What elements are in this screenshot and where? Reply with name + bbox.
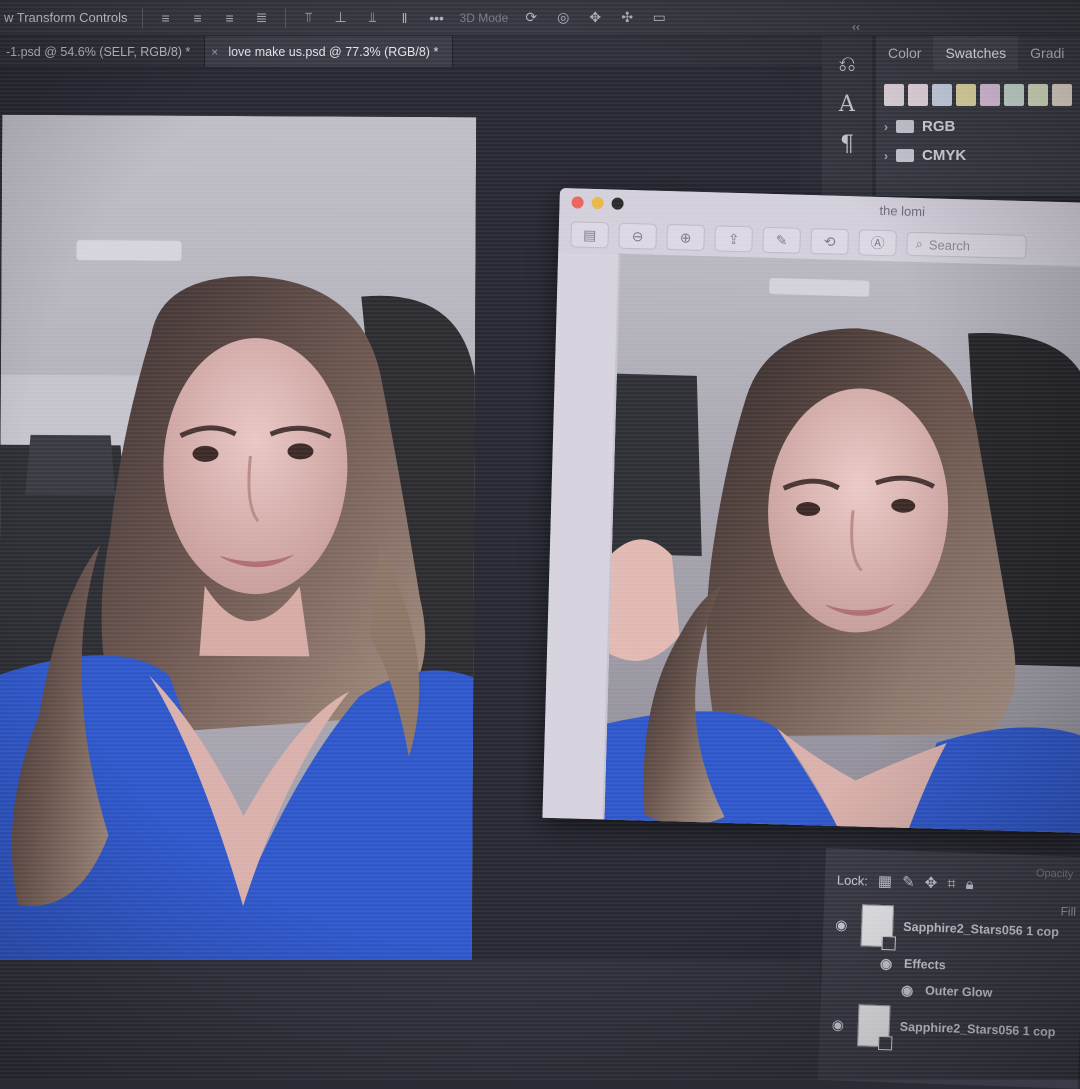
visibility-eye-icon[interactable]: ◉ <box>901 981 918 999</box>
tab-document-1[interactable]: -1.psd @ 54.6% (SELF, RGB/8) * <box>0 36 206 67</box>
share-icon[interactable]: ⇪ <box>714 225 754 253</box>
visibility-eye-icon[interactable]: ◉ <box>832 1016 849 1034</box>
window-title: the lomi <box>879 202 926 220</box>
search-field[interactable]: ⌕ Search <box>906 231 1027 260</box>
lock-label: Lock: <box>836 871 869 888</box>
lock-position-icon[interactable]: ✥ <box>924 873 937 891</box>
color-swatch[interactable] <box>980 84 1000 106</box>
tab-swatches[interactable]: Swatches <box>933 36 1019 70</box>
roll-icon[interactable]: ◎ <box>554 9 572 27</box>
distribute-icon[interactable]: ≣ <box>253 9 271 27</box>
tab-label: love make us.psd @ 77.3% (RGB/8) * <box>228 44 439 59</box>
visibility-eye-icon[interactable]: ◉ <box>880 954 897 972</box>
search-icon: ⌕ <box>915 235 924 252</box>
swatch-folder-rgb[interactable]: › RGB <box>876 106 1080 135</box>
minimize-window-button[interactable] <box>591 196 604 210</box>
portrait-image <box>603 253 1080 833</box>
folder-label: CMYK <box>922 147 967 164</box>
character-icon[interactable]: A <box>839 94 855 116</box>
options-bar: w Transform Controls ≡ ≡ ≡ ≣ ⫪ ⊥ ⫫ ‖ •••… <box>0 0 1080 36</box>
tab-document-2[interactable]: × love make us.psd @ 77.3% (RGB/8) * <box>205 36 454 67</box>
canvas-photo <box>0 114 477 972</box>
document-tab-bar: -1.psd @ 54.6% (SELF, RGB/8) * × love ma… <box>0 36 860 68</box>
layer-item[interactable]: ◉ Sapphire2_Stars056 1 cop <box>819 1000 1080 1057</box>
align-left-icon[interactable]: ≡ <box>157 9 175 27</box>
preview-photo <box>603 253 1080 833</box>
swatches-panel: Color Swatches Gradi › RGB › CMYK <box>876 36 1080 196</box>
chevron-right-icon[interactable]: › <box>884 149 888 163</box>
color-swatch[interactable] <box>956 84 976 106</box>
visibility-eye-icon[interactable]: ◉ <box>835 916 852 934</box>
layer-name: Sapphire2_Stars056 1 cop <box>899 1019 1056 1040</box>
align-middle-icon[interactable]: ⊥ <box>332 9 350 27</box>
color-swatch[interactable] <box>884 84 904 106</box>
chevron-right-icon[interactable]: › <box>884 120 888 134</box>
paragraph-icon[interactable]: ¶ <box>840 134 854 156</box>
transform-controls-label[interactable]: w Transform Controls <box>4 10 128 25</box>
zoom-out-icon[interactable]: ⊖ <box>618 222 658 250</box>
folder-label: RGB <box>922 118 956 135</box>
align-right-icon[interactable]: ≡ <box>221 9 239 27</box>
zoom-in-icon[interactable]: ⊕ <box>666 224 706 252</box>
layer-thumbnail <box>857 1004 891 1048</box>
panel-icon-column: ⎌ A ¶ <box>822 36 872 206</box>
tab-gradients[interactable]: Gradi <box>1018 45 1076 61</box>
markup-pen-icon[interactable]: ✎ <box>762 226 801 254</box>
lock-transparent-icon[interactable]: ▦ <box>878 872 893 890</box>
markup-icon[interactable]: Ⓐ <box>858 229 897 257</box>
sidebar-toggle-icon[interactable]: ▤ <box>570 221 610 249</box>
tab-color[interactable]: Color <box>876 45 933 61</box>
layers-panel: Opacity Lock: ▦ ✎ ✥ ⌗ 🔒︎ Fill ◉ Sapphire… <box>817 848 1080 1089</box>
history-icon[interactable]: ⎌ <box>838 54 856 76</box>
lock-brush-icon[interactable]: ✎ <box>902 873 915 891</box>
video-camera-icon[interactable]: ▭ <box>650 9 668 27</box>
close-window-button[interactable] <box>571 196 584 209</box>
divider <box>284 7 286 28</box>
pan-icon[interactable]: ✥ <box>586 9 604 27</box>
color-swatch[interactable] <box>908 84 928 106</box>
close-icon[interactable]: × <box>211 45 218 59</box>
color-swatch[interactable] <box>1052 84 1072 106</box>
color-swatch[interactable] <box>1028 84 1048 106</box>
effect-label: Outer Glow <box>924 983 993 1000</box>
opacity-label: Opacity <box>1035 867 1074 881</box>
more-options-icon[interactable]: ••• <box>428 9 446 27</box>
preview-window[interactable]: the lomi ▤ ⊖ ⊕ ⇪ ✎ ⟲ Ⓐ ⌕ Search <box>542 188 1080 833</box>
panel-tab-row: Color Swatches Gradi <box>876 36 1080 70</box>
color-swatch[interactable] <box>932 84 952 106</box>
color-swatch[interactable] <box>1004 84 1024 106</box>
status-area <box>0 960 820 1080</box>
align-center-icon[interactable]: ≡ <box>189 9 207 27</box>
search-placeholder: Search <box>928 236 971 253</box>
swatch-folder-cmyk[interactable]: › CMYK <box>876 135 1080 164</box>
align-bottom-icon[interactable]: ⫫ <box>364 9 382 27</box>
3d-mode-label: 3D Mode <box>459 10 509 25</box>
effects-label: Effects <box>903 956 946 973</box>
folder-icon <box>896 120 914 133</box>
layer-name: Sapphire2_Stars056 1 cop <box>903 919 1060 940</box>
fullscreen-window-button[interactable] <box>611 197 624 210</box>
tab-label: -1.psd @ 54.6% (SELF, RGB/8) * <box>6 44 191 59</box>
orbit-icon[interactable]: ⟳ <box>522 9 540 27</box>
align-top-icon[interactable]: ⫪ <box>300 9 318 27</box>
portrait-image <box>0 114 477 972</box>
collapse-panels-icon[interactable]: ‹‹ <box>852 20 860 34</box>
distribute-vertical-icon[interactable]: ‖ <box>396 9 414 27</box>
recent-swatches <box>876 70 1080 106</box>
rotate-icon[interactable]: ⟲ <box>810 228 849 256</box>
lock-artboard-icon[interactable]: ⌗ <box>947 875 956 892</box>
divider <box>141 7 143 28</box>
folder-icon <box>896 149 914 162</box>
layer-thumbnail <box>860 904 895 948</box>
lock-all-icon[interactable]: 🔒︎ <box>965 875 974 892</box>
slide-icon[interactable]: ✣ <box>618 9 636 27</box>
layer-item[interactable]: ◉ Sapphire2_Stars056 1 cop <box>823 900 1080 957</box>
